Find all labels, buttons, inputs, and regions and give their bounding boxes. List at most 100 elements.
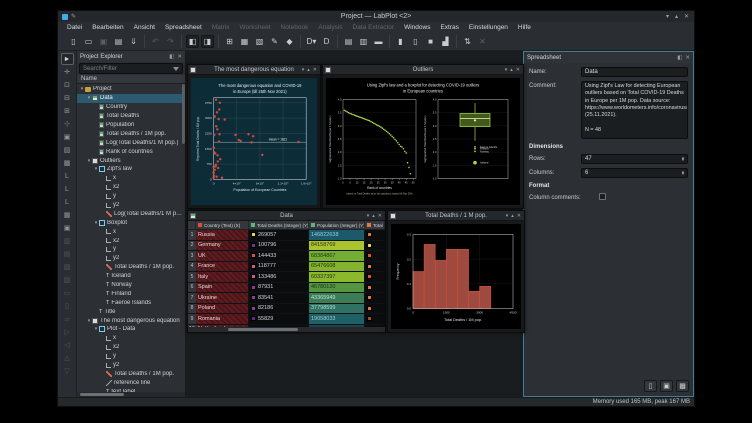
print-icon[interactable]: ▤ (112, 35, 125, 48)
add-text-label-icon[interactable]: ▭ (61, 287, 74, 299)
add-axis-icon[interactable]: ▧ (61, 261, 74, 273)
add-reference-line-icon[interactable]: ▱ (61, 313, 74, 325)
remove-rows-icon[interactable]: ▬ (372, 35, 385, 48)
properties-dock-header[interactable]: Spreadsheet ◧ ✕ (524, 52, 693, 63)
histogram-canvas[interactable]: 0.00.10.20.30150030004500FrequencyTotal … (391, 224, 521, 329)
columns-spinbox[interactable]: 6▲▼ (581, 168, 688, 178)
scatter-plot-canvas[interactable]: The most dangerous equation and COVID-19… (191, 78, 317, 205)
tree-item-x[interactable]: x (77, 227, 185, 236)
add-equation-curve-icon[interactable]: ▣ (61, 222, 74, 234)
toggle-properties-explorer-icon[interactable]: ◨ (201, 35, 214, 48)
subwindow-titlebar[interactable]: Total Deaths / 1 M pop. ▾▴✕ (388, 211, 524, 221)
subwindow-maximize-icon[interactable]: ▴ (511, 213, 514, 219)
subwindow-titlebar[interactable]: The most dangerous equation ▾▴✕ (188, 65, 320, 75)
new-project-icon[interactable]: ▯ (67, 35, 80, 48)
table-row[interactable]: 5Italy13348660337397 (188, 272, 385, 283)
dock-float-icon[interactable]: ◧ (169, 54, 174, 60)
column-statistics-icon[interactable]: ▟ (439, 35, 452, 48)
insert-column-left-icon[interactable]: ▮ (394, 35, 407, 48)
cell-country[interactable]: Romania (196, 314, 249, 324)
cell-total-deaths[interactable]: 82186 (249, 304, 309, 314)
rows-spinbox[interactable]: 47▲▼ (581, 154, 688, 164)
tree-item-boxplot[interactable]: ▾Boxplot (77, 218, 185, 227)
zoom-x-select-icon[interactable]: ⊟ (61, 92, 74, 104)
menu-item-matrix[interactable]: Matrix (207, 24, 235, 31)
zoom-select-icon[interactable]: ⊡ (61, 79, 74, 91)
new-worksheet-icon[interactable]: ▧ (253, 35, 266, 48)
tree-item-country[interactable]: Country (77, 103, 185, 112)
cell-country[interactable]: France (196, 262, 249, 272)
tree-item-y2[interactable]: y2 (77, 361, 185, 370)
subwindow-maximize-icon[interactable]: ▴ (510, 67, 513, 73)
subwindow-close-icon[interactable]: ✕ (313, 67, 317, 73)
zoom-out-icon[interactable]: L (61, 183, 74, 195)
cell-population[interactable]: 65476608 (309, 262, 365, 272)
spin-down-icon[interactable]: ▼ (681, 172, 685, 176)
cell-country[interactable]: Ukraine (196, 293, 249, 303)
column-header-1[interactable]: Country (Text) (X) (196, 221, 249, 229)
cell-population[interactable]: 19058033 (309, 314, 365, 324)
add-curve-icon[interactable]: ▦ (61, 209, 74, 221)
spreadsheet-window-data[interactable]: Data ▾▴✕ Country (Text) (X)Total Deaths … (187, 210, 386, 333)
tree-item-y2[interactable]: y2 (77, 201, 185, 210)
add-legend-icon[interactable]: ▨ (61, 274, 74, 286)
cell-deaths-per-1m[interactable] (365, 262, 385, 272)
menu-item-bearbeiten[interactable]: Bearbeiten (87, 24, 128, 31)
worksheet-view[interactable]: 0.00.10.20.30150030004500FrequencyTotal … (388, 221, 524, 332)
zoom-in-icon[interactable]: L (61, 170, 74, 182)
subwindow-menu-icon[interactable]: ▾ (505, 67, 508, 73)
dock-float-icon[interactable]: ◧ (677, 55, 682, 61)
tree-item-project[interactable]: ▾Project (77, 85, 185, 94)
tree-item-x[interactable]: x (77, 334, 185, 343)
table-row[interactable]: 1Russia269057146822638 (188, 230, 385, 241)
tree-item-zipf-s-law[interactable]: ▾Zipf's law (77, 165, 185, 174)
subwindow-close-icon[interactable]: ✕ (517, 213, 521, 219)
tree-item-finland[interactable]: TFinland (77, 289, 185, 298)
menu-item-spreadsheet[interactable]: Spreadsheet (160, 24, 207, 31)
new-spreadsheet-icon[interactable]: ⊞ (223, 35, 236, 48)
worksheet-view[interactable]: The most dangerous equation and COVID-19… (188, 75, 320, 208)
maximize-icon[interactable]: ▴ (675, 13, 678, 20)
tree-item-data[interactable]: ▾Data (77, 94, 185, 103)
tree-item-log-total-deaths-1-m-pop-[interactable]: Log(Total Deaths/1 M pop.) (77, 209, 185, 218)
cell-country[interactable]: Italy (196, 272, 249, 282)
cell-total-deaths[interactable]: 55829 (249, 314, 309, 324)
add-image-icon[interactable]: ▯ (61, 300, 74, 312)
cursor-tool-icon[interactable]: ⊹ (61, 118, 74, 130)
menu-item-notebook[interactable]: Notebook (276, 24, 314, 31)
add-boxplot-icon[interactable]: ▤ (61, 248, 74, 260)
tree-item-y[interactable]: y (77, 192, 185, 201)
new-datapicker-icon[interactable]: D (320, 35, 333, 48)
tree-item-the-most-dangerous-equation[interactable]: ▾The most dangerous equation (77, 316, 185, 325)
table-row[interactable]: 2Germany10079684158769 (188, 241, 385, 252)
cell-deaths-per-1m[interactable] (365, 304, 385, 314)
tree-item-x[interactable]: x (77, 174, 185, 183)
add-histogram-icon[interactable]: ▥ (61, 235, 74, 247)
tree-item-total-deaths-1m-pop-[interactable]: Total Deaths / 1M pop. (77, 370, 185, 379)
spin-down-icon[interactable]: ▼ (681, 158, 685, 162)
tree-item-x2[interactable]: x2 (77, 183, 185, 192)
menu-item-worksheet[interactable]: Worksheet (235, 24, 276, 31)
cell-country[interactable]: Germany (196, 241, 249, 251)
shift-down-icon[interactable]: ▽ (61, 365, 74, 377)
table-row[interactable]: 9Romania5582919058033 (188, 314, 385, 325)
menu-item-hilfe[interactable]: Hilfe (513, 24, 536, 31)
tree-item-x2[interactable]: x2 (77, 236, 185, 245)
subwindow-titlebar[interactable]: Outliers ▾▴✕ (323, 65, 523, 75)
table-row[interactable]: 6Spain8793146780120 (188, 283, 385, 294)
tree-item-iceland[interactable]: TIceland (77, 272, 185, 281)
subwindow-close-icon[interactable]: ✕ (516, 67, 520, 73)
subwindow-menu-icon[interactable]: ▾ (506, 213, 509, 219)
minimize-icon[interactable]: ▾ (666, 13, 669, 20)
cell-total-deaths[interactable]: 87931 (249, 283, 309, 293)
cell-country[interactable]: UK (196, 251, 249, 261)
cell-deaths-per-1m[interactable] (365, 283, 385, 293)
worksheet-view[interactable]: Using Zipf's law and a boxplot for detec… (323, 75, 523, 208)
menu-item-data-extractor[interactable]: Data Extractor (348, 24, 400, 31)
column-header-4[interactable]: Total Deaths / 1M pop. (365, 221, 385, 229)
save-project-icon[interactable]: ▣ (97, 35, 110, 48)
move-tool-icon[interactable]: ✛ (61, 66, 74, 78)
subwindow-close-icon[interactable]: ✕ (378, 213, 382, 219)
cell-population[interactable]: 37798599 (309, 304, 365, 314)
cell-total-deaths[interactable]: 118777 (249, 262, 309, 272)
